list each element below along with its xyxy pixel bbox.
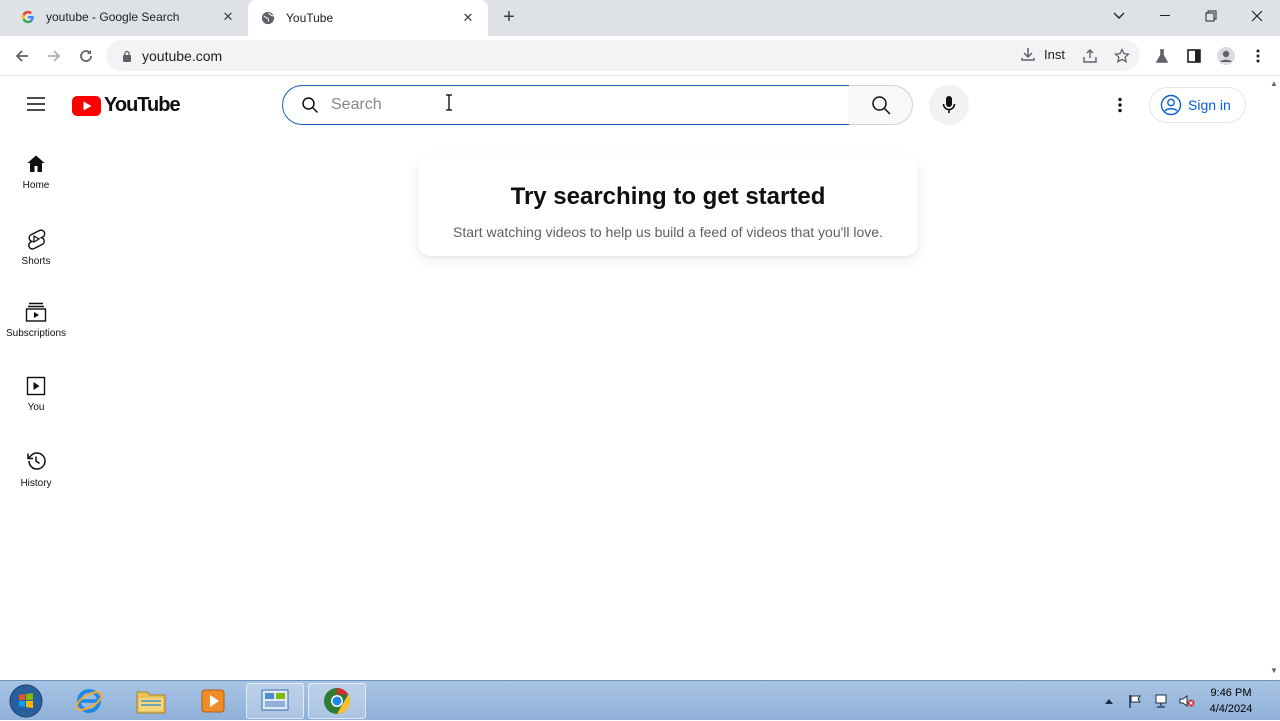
youtube-masthead: YouTube Sign in (0, 76, 1268, 132)
start-button[interactable] (6, 682, 46, 720)
tab-search-chevron-icon[interactable] (1096, 0, 1142, 32)
taskbar-chrome[interactable] (308, 683, 366, 719)
sidebar-item-label: Shorts (21, 256, 51, 267)
install-icon (1021, 48, 1035, 61)
clock-date: 4/4/2024 (1209, 703, 1253, 715)
search-input[interactable] (331, 96, 811, 114)
prompt-subtitle: Start watching videos to help us build a… (453, 224, 883, 240)
clock-time: 9:46 PM (1210, 687, 1252, 699)
home-icon (27, 155, 45, 172)
account-circle-icon (1160, 94, 1182, 116)
taskbar-clock[interactable]: 9:46 PM 4/4/2024 (1196, 685, 1266, 717)
sign-in-label: Sign in (1188, 97, 1231, 113)
youtube-play-logo-icon (72, 95, 101, 116)
settings-more-icon[interactable] (1108, 93, 1132, 117)
sign-in-button[interactable]: Sign in (1149, 87, 1246, 123)
sidebar-item-shorts[interactable]: Shorts (0, 206, 72, 280)
close-tab-icon[interactable]: ✕ (220, 9, 236, 25)
microphone-icon (942, 96, 956, 113)
tab-youtube[interactable]: YouTube ✕ (248, 0, 488, 36)
scroll-up-arrow-icon[interactable]: ▲ (1270, 80, 1278, 88)
new-tab-button[interactable]: + (499, 6, 519, 28)
subscriptions-icon (25, 302, 47, 322)
voice-search-button[interactable] (929, 85, 969, 125)
text-cursor-icon (446, 94, 452, 111)
labs-flask-icon[interactable] (1148, 42, 1176, 70)
url-text: youtube.com (142, 47, 223, 64)
back-button[interactable] (8, 42, 36, 70)
sidebar-item-label: You (27, 402, 45, 413)
tab-title: YouTube (286, 11, 334, 25)
bookmark-star-icon[interactable] (1112, 46, 1132, 66)
search-icon (302, 97, 319, 114)
control-panel-icon (261, 689, 289, 711)
reload-button[interactable] (72, 42, 100, 70)
search-icon (871, 96, 891, 115)
sidebar-item-you[interactable]: You (0, 354, 72, 428)
internet-explorer-icon (75, 689, 103, 713)
system-tray (1098, 681, 1202, 721)
sidebar-item-subscriptions[interactable]: Subscriptions (0, 280, 72, 354)
scroll-down-arrow-icon[interactable]: ▼ (1270, 667, 1278, 675)
profile-avatar-icon[interactable] (1212, 42, 1240, 70)
guide-sidebar: Home Shorts Subscriptions You History (0, 132, 72, 502)
address-bar[interactable]: youtube.com Inst (106, 40, 1140, 71)
taskbar-media-player[interactable] (184, 683, 242, 719)
empty-feed-prompt: Try searching to get started Start watch… (418, 156, 918, 256)
tab-strip: youtube - Google Search ✕ YouTube ✕ + (0, 0, 1280, 36)
windows-taskbar: 9:46 PM 4/4/2024 (0, 680, 1280, 720)
sidebar-item-label: History (20, 478, 52, 489)
network-icon[interactable] (1150, 691, 1172, 711)
page-scrollbar[interactable]: ▲ ▼ (1268, 76, 1280, 680)
guide-menu-icon[interactable] (24, 92, 48, 116)
media-player-icon (201, 689, 225, 713)
close-tab-icon[interactable]: ✕ (460, 10, 476, 26)
action-center-flag-icon[interactable] (1124, 691, 1146, 711)
chrome-icon (324, 687, 351, 715)
taskbar-internet-explorer[interactable] (60, 683, 118, 719)
sidebar-item-label: Subscriptions (5, 328, 67, 339)
you-library-icon (26, 376, 46, 396)
tab-google-search[interactable]: youtube - Google Search ✕ (8, 0, 248, 34)
shorts-icon (28, 229, 46, 250)
forward-button[interactable] (40, 42, 68, 70)
install-app-button[interactable]: Inst (1020, 46, 1065, 62)
taskbar-control-panel[interactable] (246, 683, 304, 719)
prompt-title: Try searching to get started (510, 183, 826, 210)
share-icon[interactable] (1080, 46, 1100, 66)
file-explorer-icon (136, 691, 166, 714)
volume-muted-icon[interactable] (1176, 691, 1198, 711)
history-icon (27, 452, 46, 470)
search-box[interactable] (282, 85, 850, 125)
show-hidden-icons-arrow-icon[interactable] (1098, 691, 1120, 711)
google-g-icon (20, 9, 36, 25)
minimize-button[interactable] (1142, 0, 1188, 32)
browser-toolbar: youtube.com Inst (0, 36, 1280, 76)
sidebar-item-history[interactable]: History (0, 428, 72, 502)
lock-icon[interactable] (120, 50, 134, 62)
sidebar-item-home[interactable]: Home (0, 132, 72, 206)
browser-menu-icon[interactable] (1244, 42, 1272, 70)
taskbar-file-explorer[interactable] (122, 683, 180, 719)
search-button[interactable] (849, 85, 913, 125)
sidebar-item-label: Home (22, 180, 50, 191)
install-label: Inst (1044, 46, 1065, 62)
tab-title: youtube - Google Search (46, 10, 180, 24)
windows-start-orb-icon (9, 684, 43, 718)
restore-button[interactable] (1188, 0, 1234, 32)
side-panel-icon[interactable] (1180, 42, 1208, 70)
youtube-logo[interactable]: YouTube (72, 94, 181, 117)
globe-icon (260, 10, 276, 26)
close-window-button[interactable] (1234, 0, 1280, 32)
logo-wordmark: YouTube (104, 94, 181, 116)
